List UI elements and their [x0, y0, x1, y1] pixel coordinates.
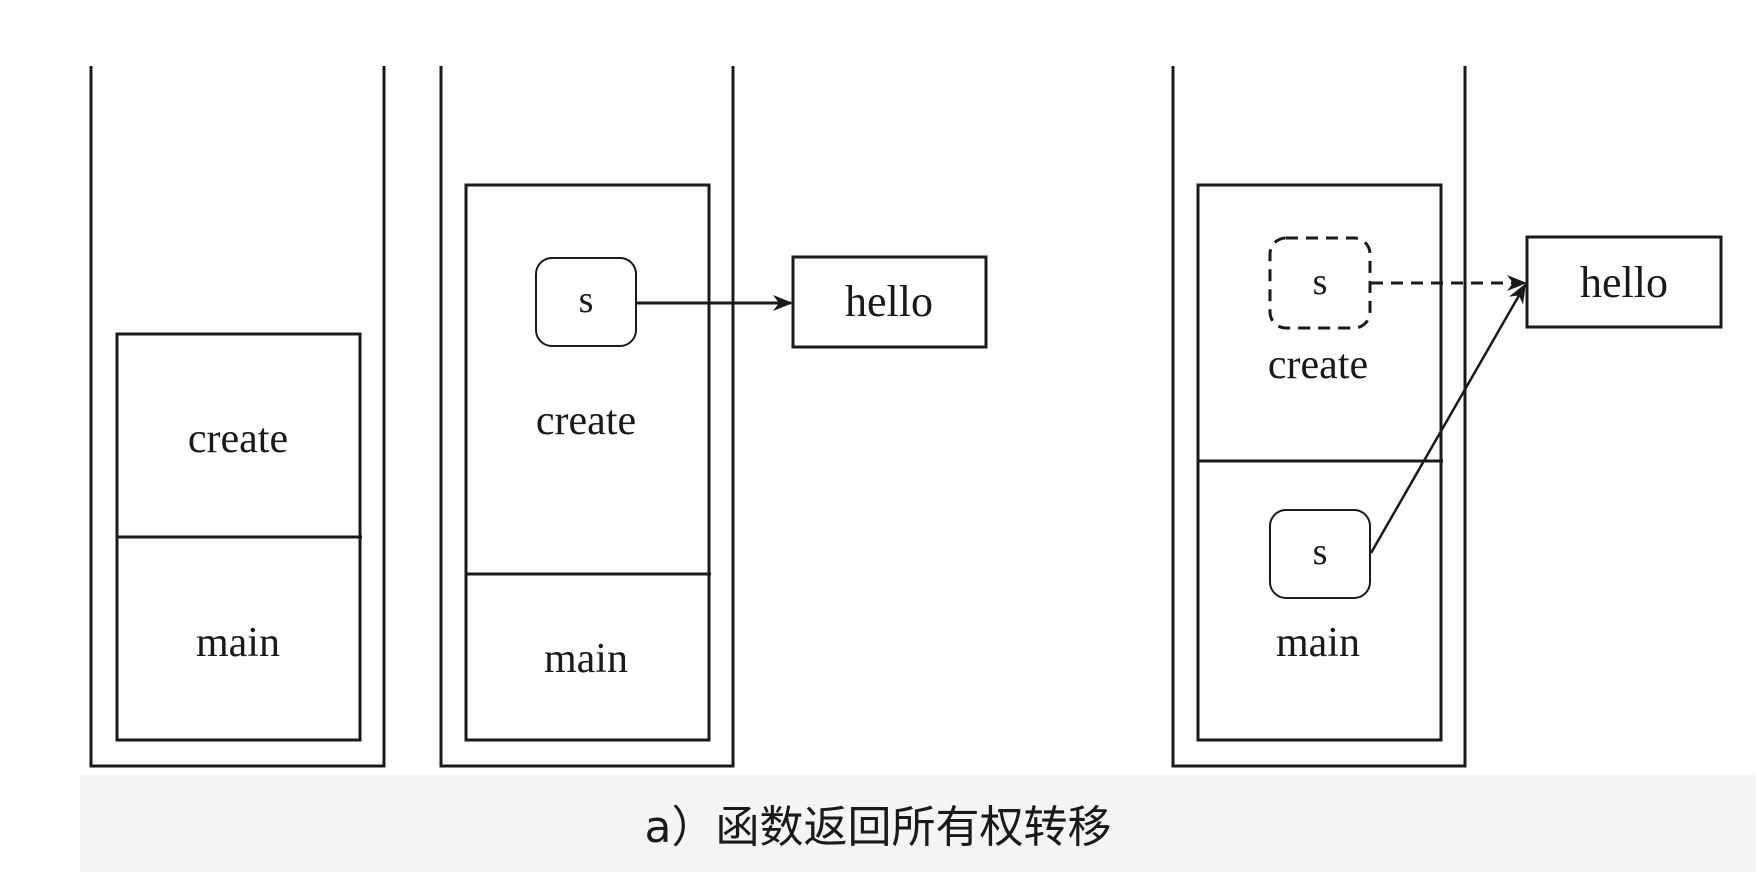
stack-2-heap-value: hello: [845, 277, 933, 326]
stack-3-heap-value: hello: [1580, 258, 1668, 307]
stack-2: s create main hello: [439, 66, 988, 768]
stack-3-main-label: main: [1276, 620, 1360, 666]
stack-1: create main: [89, 66, 386, 768]
stack-2-main-label: main: [544, 636, 628, 682]
stack-1-main-label: main: [196, 620, 280, 666]
stack-2-var-s-label: s: [579, 279, 594, 321]
stack-2-create-label: create: [536, 398, 636, 444]
stack-3-moved-var-s-label: s: [1313, 261, 1328, 303]
figure-caption: a）函数返回所有权转移: [645, 802, 1112, 853]
stack-3: s create s main hello: [1171, 66, 1723, 768]
stack-3-create-label: create: [1268, 342, 1368, 388]
stack-1-create-label: create: [188, 416, 288, 462]
stack-3-var-s-label: s: [1313, 531, 1328, 573]
ownership-diagram: create main s create main hello s create…: [89, 66, 1723, 853]
stack-3-pointer-arrow: [1369, 283, 1527, 554]
